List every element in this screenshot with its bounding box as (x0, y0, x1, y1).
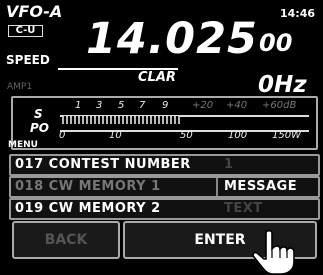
radio-screen: VFO-A C-U 14:46 SPEED 14.025 00 CLAR 0Hz… (0, 0, 323, 275)
menu-row-value: TEXT (224, 201, 263, 216)
menu-row-017[interactable]: 017 CONTEST NUMBER 1 (9, 154, 320, 176)
pointer-hand-icon (252, 229, 295, 275)
s-scale-1: 1 (75, 100, 82, 111)
clock: 14:46 (279, 7, 315, 20)
vfo-label: VFO-A (6, 2, 63, 21)
amp-label: AMP1 (7, 82, 33, 92)
po-scale-10: 10 (109, 130, 122, 141)
back-button-label: BACK (44, 232, 88, 248)
s-meter-label: S (34, 107, 43, 121)
menu-row-019[interactable]: 019 CW MEMORY 2 TEXT (9, 198, 320, 220)
s-scale-plus60: +60dB (262, 100, 297, 111)
frequency-display: 14.025 (86, 14, 258, 64)
menu-row-value: 1 (224, 157, 234, 172)
mode-badge: C-U (8, 25, 43, 37)
s-scale-7: 7 (139, 100, 146, 111)
back-button[interactable]: BACK (12, 221, 120, 259)
row-divider (216, 178, 218, 196)
s-scale-5: 5 (118, 100, 125, 111)
menu-row-title: 018 CW MEMORY 1 (15, 179, 161, 194)
s-scale-plus40: +40 (226, 100, 248, 111)
po-meter-label: PO (30, 121, 49, 135)
po-scale-0: 0 (59, 130, 66, 141)
po-scale-100: 100 (228, 130, 248, 141)
speed-label: SPEED (6, 53, 50, 67)
clar-label: CLAR (138, 70, 176, 85)
clar-value: 0Hz (258, 72, 307, 98)
menu-row-title: 019 CW MEMORY 2 (15, 201, 161, 216)
menu-row-018[interactable]: 018 CW MEMORY 1 MESSAGE (9, 176, 320, 198)
s-scale-9: 9 (162, 100, 169, 111)
menu-row-value: MESSAGE (224, 179, 298, 194)
s-scale-3: 3 (96, 100, 103, 111)
s-meter-fill (62, 116, 180, 124)
po-scale-50: 50 (180, 130, 193, 141)
menu-row-title: 017 CONTEST NUMBER (15, 157, 191, 172)
menu-label: MENU (8, 140, 38, 150)
frequency-small-digits: 00 (259, 29, 293, 57)
s-scale-plus20: +20 (192, 100, 214, 111)
po-scale-150w: 150W (272, 130, 301, 141)
